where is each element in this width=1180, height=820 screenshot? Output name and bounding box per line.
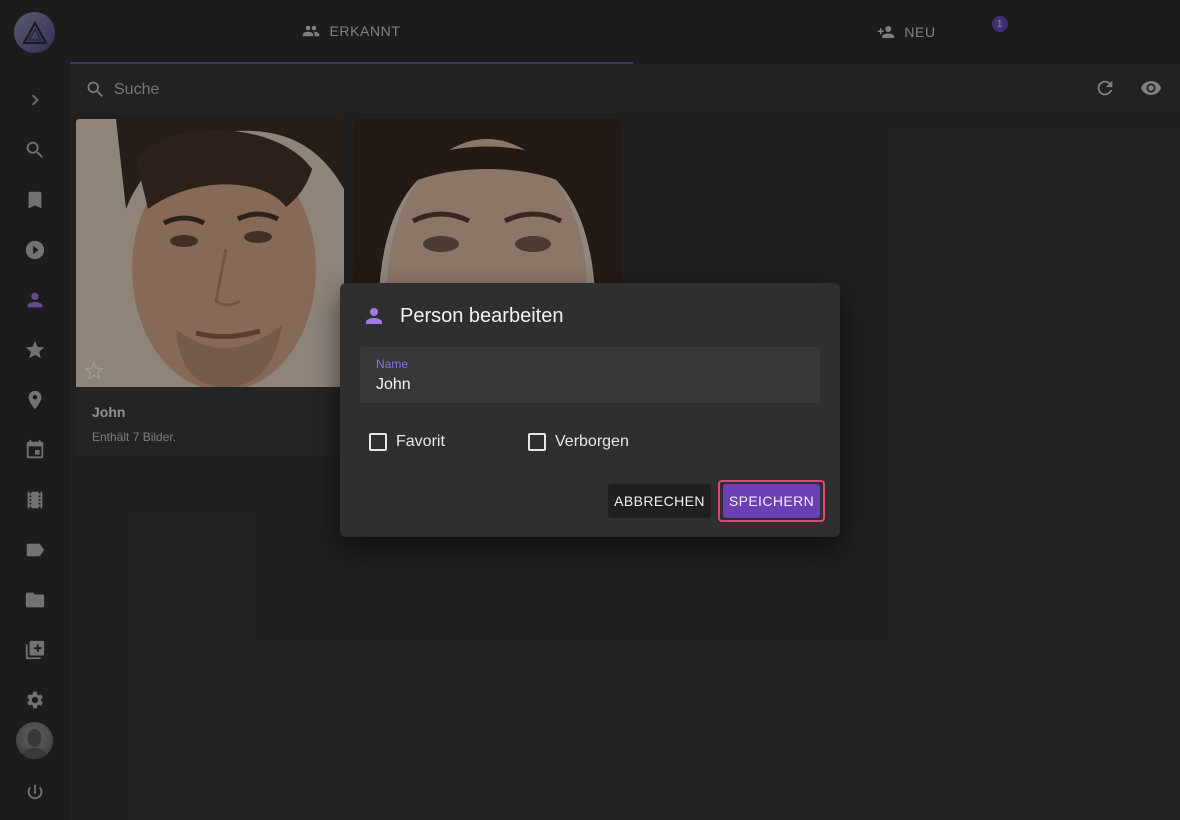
cancel-button[interactable]: ABBRECHEN xyxy=(608,484,711,518)
dialog-title-text: Person bearbeiten xyxy=(400,304,564,327)
hidden-checkbox-label: Verborgen xyxy=(555,433,629,450)
name-field[interactable]: Name xyxy=(360,347,820,403)
save-button-highlight: SPEICHERN xyxy=(718,480,825,522)
name-field-label: Name xyxy=(376,357,409,371)
edit-person-dialog: Person bearbeiten Name Favorit Verborgen… xyxy=(340,283,840,537)
favorite-checkbox-box[interactable] xyxy=(369,433,387,451)
favorite-checkbox[interactable]: Favorit xyxy=(369,433,445,451)
dialog-title: Person bearbeiten xyxy=(362,303,563,329)
name-input[interactable] xyxy=(376,374,796,396)
person-icon xyxy=(366,308,382,324)
save-button[interactable]: SPEICHERN xyxy=(723,484,820,518)
hidden-checkbox-box[interactable] xyxy=(528,433,546,451)
hidden-checkbox[interactable]: Verborgen xyxy=(528,433,629,451)
favorite-checkbox-label: Favorit xyxy=(396,433,445,450)
